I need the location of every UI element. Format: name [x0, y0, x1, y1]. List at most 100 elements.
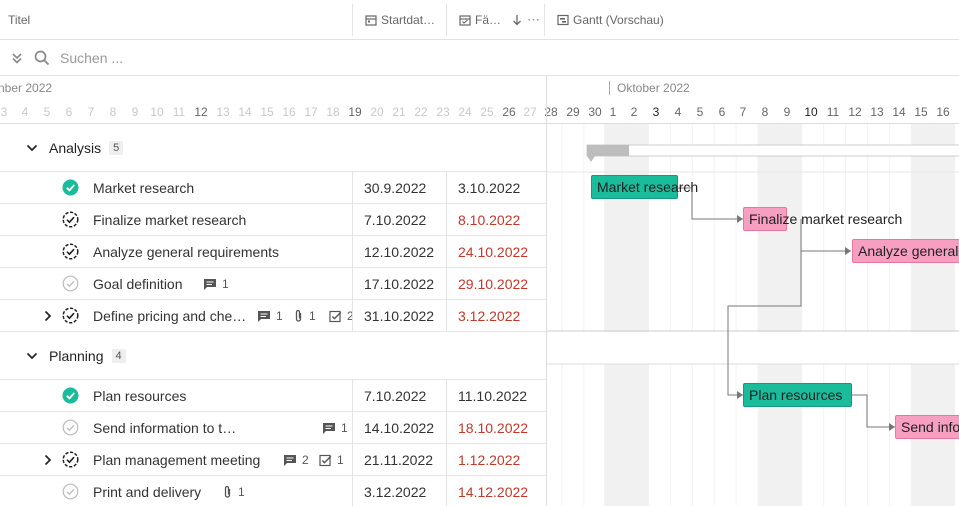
gantt-bar-send-info[interactable]: Send info — [895, 415, 959, 439]
month-label-october: Oktober 2022 — [617, 81, 690, 95]
cell-divider — [352, 172, 353, 204]
start-date[interactable]: 17.10.2022 — [364, 276, 434, 292]
status-done-icon[interactable] — [62, 387, 79, 404]
due-date[interactable]: 11.10.2022 — [458, 388, 527, 404]
task-row[interactable]: Define pricing and che… 1 1 2 31.10.2022 3.12… — [0, 300, 546, 332]
gantt-bar-label: Plan resources — [749, 387, 843, 403]
ruler-day: 23 — [436, 105, 450, 119]
task-title[interactable]: Print and delivery — [93, 484, 201, 500]
dependency-line — [852, 394, 895, 428]
start-date[interactable]: 7.10.2022 — [364, 388, 426, 404]
collapse-all-icon[interactable] — [10, 51, 24, 65]
ruler-day: 10 — [150, 105, 164, 119]
task-row[interactable]: Analyze general requirements 12.10.2022 24… — [0, 236, 546, 268]
task-title[interactable]: Send information to team memb… — [93, 420, 243, 436]
group-summary-progress — [587, 145, 629, 156]
task-title[interactable]: Market research — [93, 180, 194, 196]
due-date[interactable]: 29.10.2022 — [458, 276, 528, 292]
status-open-icon[interactable] — [62, 419, 79, 436]
gantt-bar-finalize[interactable]: Finalize market research — [743, 207, 902, 231]
column-divider[interactable] — [352, 4, 353, 36]
task-row[interactable]: Send information to team memb… 1 14.10.202… — [0, 412, 546, 444]
dependency-arrowhead — [845, 247, 851, 255]
start-date[interactable]: 21.11.2022 — [364, 452, 433, 468]
group-header-analysis[interactable]: Analysis 5 — [0, 124, 546, 172]
task-row[interactable]: Market research 30.9.2022 3.10.2022 — [0, 172, 546, 204]
checklist-icon — [329, 310, 342, 323]
ruler-day: 8 — [761, 105, 769, 119]
task-row[interactable]: Goal definition 1 17.10.2022 29.10.2022 — [0, 268, 546, 300]
cell-divider — [352, 380, 353, 412]
start-date[interactable]: 12.10.2022 — [364, 244, 434, 260]
comment-icon — [257, 310, 271, 323]
chevron-right-icon[interactable] — [41, 453, 55, 467]
ruler-day: 14 — [238, 105, 252, 119]
comments-count-value: 2 — [302, 453, 309, 467]
column-header-title[interactable]: Titel — [8, 0, 30, 40]
due-date[interactable]: 3.10.2022 — [458, 180, 520, 196]
column-header-due-label: Fä… — [475, 13, 502, 27]
search-input[interactable] — [60, 49, 360, 66]
task-title[interactable]: Finalize market research — [93, 212, 246, 228]
start-date[interactable]: 31.10.2022 — [364, 308, 434, 324]
ruler-day: 19 — [348, 105, 362, 119]
cell-divider — [352, 444, 353, 476]
start-date[interactable]: 30.9.2022 — [364, 180, 426, 196]
task-title[interactable]: Plan resources — [93, 388, 186, 404]
task-title[interactable]: Goal definition — [93, 276, 183, 292]
chevron-down-icon[interactable] — [25, 349, 39, 363]
start-date[interactable]: 7.10.2022 — [364, 212, 426, 228]
task-title[interactable]: Analyze general requirements — [93, 244, 279, 260]
chevron-down-icon[interactable] — [25, 141, 39, 155]
column-header-gantt[interactable]: Gantt (Vorschau) — [557, 0, 664, 40]
status-progress-icon[interactable] — [62, 243, 79, 260]
due-date[interactable]: 8.10.2022 — [458, 212, 520, 228]
gantt-bar-plan-resources[interactable]: Plan resources — [743, 383, 852, 407]
ruler-day: 11 — [172, 105, 186, 119]
column-divider[interactable] — [544, 4, 545, 36]
status-progress-icon[interactable] — [62, 211, 79, 228]
status-progress-icon[interactable] — [62, 307, 79, 324]
ruler-day: 26 — [502, 105, 516, 119]
ruler-day: 3 — [652, 105, 660, 119]
status-open-icon[interactable] — [62, 275, 79, 292]
ruler-day: 12 — [194, 105, 208, 119]
gantt-chart: Market research Finalize market research A… — [547, 124, 959, 506]
status-open-icon[interactable] — [62, 483, 79, 500]
chevron-right-icon[interactable] — [41, 309, 55, 323]
cell-divider — [352, 412, 353, 444]
due-date[interactable]: 24.10.2022 — [458, 244, 528, 260]
checklist-icon — [319, 454, 332, 467]
gantt-bar-analyze[interactable]: Analyze general — [852, 239, 959, 263]
column-divider[interactable] — [446, 4, 447, 36]
due-date[interactable]: 3.12.2022 — [458, 308, 520, 324]
task-row[interactable]: Print and delivery 1 3.12.2022 14.12.2022 — [0, 476, 546, 506]
attachment-icon — [293, 309, 304, 323]
ruler-day: 7 — [739, 105, 747, 119]
task-row[interactable]: Finalize market research 7.10.2022 8.10.20… — [0, 204, 546, 236]
task-row[interactable]: Plan resources 7.10.2022 11.10.2022 — [0, 380, 546, 412]
task-title[interactable]: Plan management meeting — [93, 452, 260, 468]
ruler-day: 2 — [630, 105, 638, 119]
task-row[interactable]: Plan management meeting 2 1 21.11.2022 1.12.… — [0, 444, 546, 476]
start-date[interactable]: 14.10.2022 — [364, 420, 434, 436]
column-header-due[interactable]: Fä… — [459, 0, 501, 40]
status-progress-icon[interactable] — [62, 451, 79, 468]
due-date[interactable]: 14.12.2022 — [458, 484, 528, 500]
start-date[interactable]: 3.12.2022 — [364, 484, 426, 500]
group-header-planning[interactable]: Planning 4 — [0, 332, 546, 380]
sort-descending-icon[interactable] — [511, 0, 523, 40]
status-done-icon[interactable] — [62, 179, 79, 196]
due-date[interactable]: 18.10.2022 — [458, 420, 528, 436]
more-options-icon[interactable]: ⋯ — [527, 0, 540, 40]
column-header-start[interactable]: Startdat… — [365, 0, 435, 40]
gantt-bar-market-research[interactable]: Market research — [591, 175, 698, 199]
cell-divider — [446, 172, 447, 204]
ruler-day: 27 — [523, 105, 537, 119]
checklist-count: 2 — [329, 309, 354, 323]
task-title[interactable]: Define pricing and che… — [93, 308, 246, 324]
ruler-day: 4 — [21, 105, 29, 119]
due-date[interactable]: 1.12.2022 — [458, 452, 520, 468]
ruler-day: 9 — [783, 105, 791, 119]
cell-divider — [446, 444, 447, 476]
